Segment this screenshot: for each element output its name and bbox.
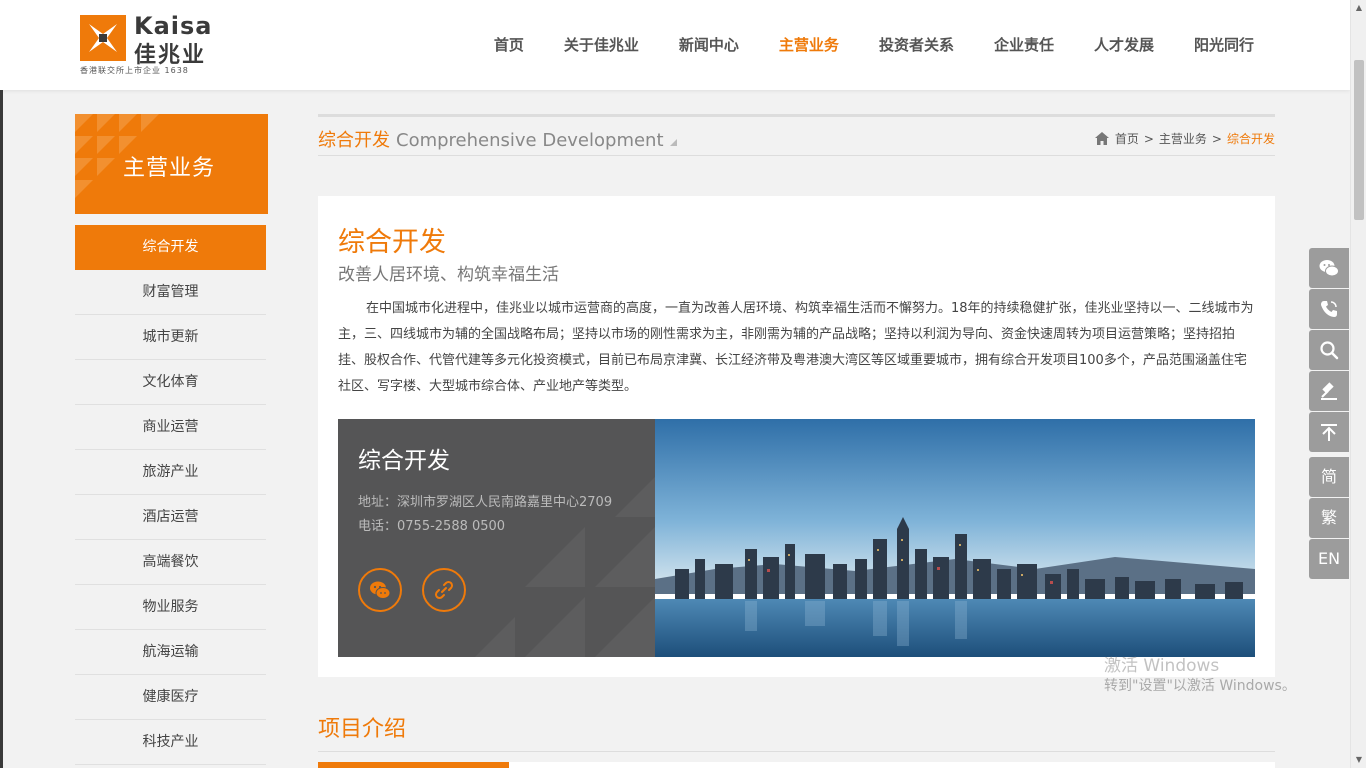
section-tab-active[interactable]	[318, 762, 509, 768]
kaisa-logo[interactable]: Kaisa 佳兆业 香港联交所上市企业 1638	[80, 12, 213, 77]
breadcrumb-current: 综合开发	[1226, 132, 1275, 146]
corner-triangle-icon	[669, 139, 677, 146]
sidebar-item-wealth[interactable]: 财富管理	[75, 270, 266, 315]
logo-subtitle: 香港联交所上市企业 1638	[80, 66, 189, 75]
scroll-down-arrow-icon[interactable]: ▼	[1351, 752, 1366, 768]
lang-traditional[interactable]: 繁	[1309, 498, 1349, 538]
nav-news[interactable]: 新闻中心	[679, 34, 739, 55]
sidebar-item-property[interactable]: 物业服务	[75, 585, 266, 630]
content-body: 在中国城市化进程中，佳兆业以城市运营商的高度，一直为改善人居环境、构筑幸福生活而…	[338, 301, 1254, 394]
site-header: Kaisa 佳兆业 香港联交所上市企业 1638 首页 关于佳兆业 新闻中心 主…	[0, 0, 1350, 90]
section-title: 项目介绍	[318, 717, 407, 742]
breadcrumb-separator: >	[1211, 131, 1222, 146]
scroll-thumb[interactable]	[1354, 60, 1364, 220]
wechat-icon	[370, 581, 391, 599]
sidebar-title: 主营业务	[123, 156, 216, 181]
search-icon	[1320, 341, 1339, 360]
link-button[interactable]	[422, 568, 466, 612]
feature-name: 综合开发	[358, 448, 450, 474]
sidebar-item-tourism[interactable]: 旅游产业	[75, 450, 266, 495]
page-header-bar: 综合开发 Comprehensive Development 首页 > 主营业务 …	[318, 114, 1275, 156]
home-icon	[1094, 132, 1109, 145]
sidebar-item-dining[interactable]: 高端餐饮	[75, 540, 266, 585]
nav-investor[interactable]: 投资者关系	[879, 34, 954, 55]
tool-auction[interactable]	[1309, 371, 1349, 411]
skyline-illustration	[655, 419, 1255, 657]
breadcrumb-section[interactable]: 主营业务	[1159, 130, 1207, 147]
auction-icon	[1321, 382, 1337, 400]
breadcrumb-home[interactable]: 首页	[1115, 130, 1139, 147]
breadcrumb: 首页 > 主营业务 > 综合开发	[1094, 130, 1275, 147]
tool-wechat[interactable]	[1309, 248, 1349, 288]
sidebar-item-development[interactable]: 综合开发	[75, 225, 266, 270]
section-divider	[318, 751, 1275, 752]
wechat-button[interactable]	[358, 568, 402, 612]
nav-responsibility[interactable]: 企业责任	[994, 34, 1054, 55]
section-tab-bar	[509, 762, 1275, 768]
page-title-cn: 综合开发	[318, 130, 390, 151]
page-title: 综合开发 Comprehensive Development	[318, 126, 677, 152]
phone-icon	[1321, 301, 1337, 317]
windows-watermark-title: 激活 Windows	[1104, 656, 1220, 676]
nav-business[interactable]: 主营业务	[779, 34, 839, 55]
tool-search[interactable]	[1309, 330, 1349, 370]
logo-x-icon	[89, 24, 117, 52]
feature-phone: 电话：0755-2588 0500	[358, 519, 506, 534]
feature-panel: 综合开发 地址：深圳市罗湖区人民南路嘉里中心2709 电话：0755-2588 …	[338, 419, 1255, 657]
nav-home[interactable]: 首页	[494, 34, 524, 55]
sidebar-banner: 主营业务	[75, 114, 268, 214]
sidebar-item-technology[interactable]: 科技产业	[75, 720, 266, 765]
window-left-edge	[0, 90, 3, 768]
content-card: 综合开发 改善人居环境、构筑幸福生活 在中国城市化进程中，佳兆业以城市运营商的高…	[318, 196, 1275, 677]
back-to-top-icon	[1321, 424, 1337, 441]
sidebar-item-commercial[interactable]: 商业运营	[75, 405, 266, 450]
scroll-up-arrow-icon[interactable]: ▲	[1351, 0, 1366, 16]
feature-info: 综合开发 地址：深圳市罗湖区人民南路嘉里中心2709 电话：0755-2588 …	[338, 419, 655, 657]
breadcrumb-separator: >	[1143, 131, 1154, 146]
content-title: 综合开发	[338, 227, 446, 258]
nav-sunshine[interactable]: 阳光同行	[1194, 34, 1254, 55]
page-title-en: Comprehensive Development	[396, 130, 664, 151]
page-scrollbar[interactable]: ▲ ▼	[1350, 0, 1366, 768]
sidebar-item-culture-sports[interactable]: 文化体育	[75, 360, 266, 405]
nav-about[interactable]: 关于佳兆业	[564, 34, 639, 55]
link-icon	[434, 580, 454, 600]
content-subtitle: 改善人居环境、构筑幸福生活	[338, 265, 559, 285]
nav-talent[interactable]: 人才发展	[1094, 34, 1154, 55]
feature-address: 地址：深圳市罗湖区人民南路嘉里中心2709	[358, 495, 613, 510]
sidebar-item-urban-renewal[interactable]: 城市更新	[75, 315, 266, 360]
wechat-icon	[1319, 260, 1339, 277]
sidebar-item-shipping[interactable]: 航海运输	[75, 630, 266, 675]
logo-mark	[80, 15, 126, 61]
city-skyline-image	[655, 419, 1255, 657]
lang-simplified[interactable]: 简	[1309, 457, 1349, 497]
main-nav: 首页 关于佳兆业 新闻中心 主营业务 投资者关系 企业责任 人才发展 阳光同行	[454, 34, 1254, 55]
tool-phone[interactable]	[1309, 289, 1349, 329]
sidebar-item-hotel[interactable]: 酒店运营	[75, 495, 266, 540]
sidebar-item-healthcare[interactable]: 健康医疗	[75, 675, 266, 720]
lang-english[interactable]: EN	[1309, 539, 1349, 579]
floating-toolbar: 简 繁 EN	[1309, 248, 1349, 580]
logo-en: Kaisa	[134, 12, 213, 40]
tool-back-to-top[interactable]	[1309, 412, 1349, 452]
sidebar-menu: 综合开发 财富管理 城市更新 文化体育 商业运营 旅游产业 酒店运营 高端餐饮 …	[75, 225, 266, 765]
windows-watermark-text: 转到"设置"以激活 Windows。	[1104, 678, 1296, 694]
